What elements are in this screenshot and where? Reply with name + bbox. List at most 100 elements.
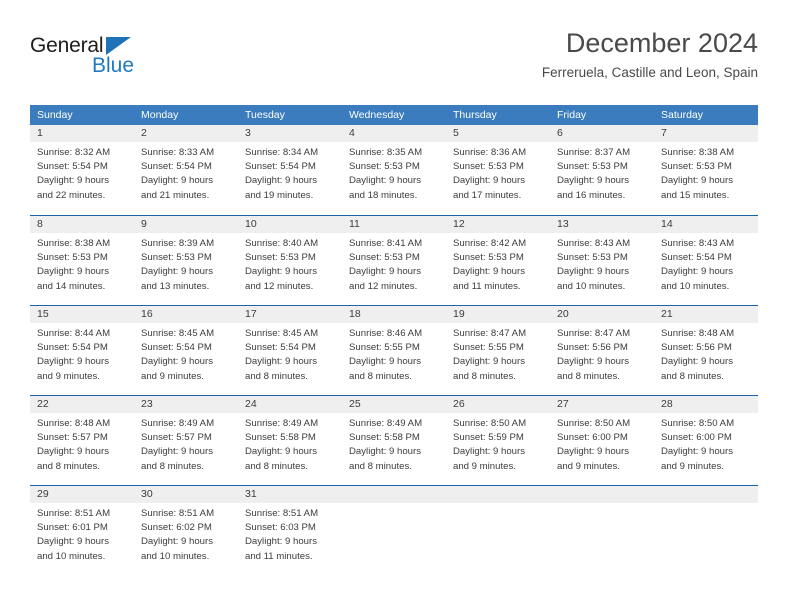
- day-details: [550, 503, 654, 507]
- day-number: 17: [238, 306, 342, 323]
- calendar-day-cell-empty: [550, 486, 654, 575]
- day-number: 14: [654, 216, 758, 233]
- daylight-text-line2: and 9 minutes.: [661, 460, 724, 472]
- sunset-text: Sunset: 6:03 PM: [245, 522, 316, 534]
- day-details: Sunrise: 8:43 AM Sunset: 5:53 PM Daylight:…: [550, 233, 654, 294]
- daylight-text-line2: and 8 minutes.: [557, 370, 620, 382]
- calendar-day-cell[interactable]: 26 Sunrise: 8:50 AM Sunset: 5:59 PM Dayligh…: [446, 396, 550, 485]
- sunset-text: Sunset: 5:56 PM: [557, 342, 628, 354]
- calendar-day-cell[interactable]: 12 Sunrise: 8:42 AM Sunset: 5:53 PM Dayligh…: [446, 216, 550, 305]
- day-number: [654, 486, 758, 503]
- day-number: 15: [30, 306, 134, 323]
- day-number: 6: [550, 125, 654, 142]
- sunset-text: Sunset: 5:56 PM: [661, 342, 732, 354]
- daylight-text-line1: Daylight: 9 hours: [349, 356, 421, 368]
- daylight-text-line1: Daylight: 9 hours: [37, 446, 109, 458]
- sunrise-text: Sunrise: 8:50 AM: [661, 418, 735, 429]
- calendar-day-cell[interactable]: 7 Sunrise: 8:38 AM Sunset: 5:53 PM Daylight…: [654, 125, 758, 215]
- calendar-day-cell[interactable]: 15 Sunrise: 8:44 AM Sunset: 5:54 PM Dayligh…: [30, 306, 134, 395]
- day-details: Sunrise: 8:49 AM Sunset: 5:58 PM Daylight:…: [238, 413, 342, 474]
- calendar-day-cell[interactable]: 18 Sunrise: 8:46 AM Sunset: 5:55 PM Dayligh…: [342, 306, 446, 395]
- daylight-text-line1: Daylight: 9 hours: [37, 536, 109, 548]
- daylight-text-line2: and 8 minutes.: [37, 460, 100, 472]
- day-details: Sunrise: 8:51 AM Sunset: 6:02 PM Daylight:…: [134, 503, 238, 564]
- calendar-day-cell[interactable]: 28 Sunrise: 8:50 AM Sunset: 6:00 PM Dayligh…: [654, 396, 758, 485]
- calendar-day-cell[interactable]: 14 Sunrise: 8:43 AM Sunset: 5:54 PM Dayligh…: [654, 216, 758, 305]
- calendar-day-cell[interactable]: 24 Sunrise: 8:49 AM Sunset: 5:58 PM Dayligh…: [238, 396, 342, 485]
- sunset-text: Sunset: 5:53 PM: [661, 161, 732, 173]
- sunrise-text: Sunrise: 8:50 AM: [453, 418, 527, 429]
- daylight-text-line2: and 9 minutes.: [453, 460, 516, 472]
- sunset-text: Sunset: 6:02 PM: [141, 522, 212, 534]
- sunset-text: Sunset: 5:54 PM: [141, 161, 212, 173]
- calendar-day-cell[interactable]: 23 Sunrise: 8:49 AM Sunset: 5:57 PM Dayligh…: [134, 396, 238, 485]
- calendar-day-cell[interactable]: 6 Sunrise: 8:37 AM Sunset: 5:53 PM Daylight…: [550, 125, 654, 215]
- calendar-week-row: 15 Sunrise: 8:44 AM Sunset: 5:54 PM Dayligh…: [30, 305, 758, 395]
- calendar-day-cell[interactable]: 11 Sunrise: 8:41 AM Sunset: 5:53 PM Dayligh…: [342, 216, 446, 305]
- day-details: Sunrise: 8:43 AM Sunset: 5:54 PM Daylight:…: [654, 233, 758, 294]
- calendar-day-cell[interactable]: 16 Sunrise: 8:45 AM Sunset: 5:54 PM Dayligh…: [134, 306, 238, 395]
- calendar-week-row: 8 Sunrise: 8:38 AM Sunset: 5:53 PM Daylight…: [30, 215, 758, 305]
- day-number: 9: [134, 216, 238, 233]
- daylight-text-line1: Daylight: 9 hours: [245, 356, 317, 368]
- calendar-day-cell[interactable]: 1 Sunrise: 8:32 AM Sunset: 5:54 PM Daylight…: [30, 125, 134, 215]
- calendar-day-cell[interactable]: 10 Sunrise: 8:40 AM Sunset: 5:53 PM Dayligh…: [238, 216, 342, 305]
- day-number: 29: [30, 486, 134, 503]
- sunset-text: Sunset: 6:01 PM: [37, 522, 108, 534]
- daylight-text-line2: and 9 minutes.: [141, 370, 204, 382]
- calendar-grid: Sunday Monday Tuesday Wednesday Thursday…: [30, 105, 758, 575]
- calendar-day-cell[interactable]: 25 Sunrise: 8:49 AM Sunset: 5:58 PM Dayligh…: [342, 396, 446, 485]
- day-details: Sunrise: 8:48 AM Sunset: 5:57 PM Daylight:…: [30, 413, 134, 474]
- day-number: 26: [446, 396, 550, 413]
- calendar-day-cell[interactable]: 5 Sunrise: 8:36 AM Sunset: 5:53 PM Daylight…: [446, 125, 550, 215]
- calendar-day-cell[interactable]: 29 Sunrise: 8:51 AM Sunset: 6:01 PM Dayligh…: [30, 486, 134, 575]
- day-details: Sunrise: 8:44 AM Sunset: 5:54 PM Daylight:…: [30, 323, 134, 384]
- daylight-text-line2: and 8 minutes.: [661, 370, 724, 382]
- sunrise-text: Sunrise: 8:43 AM: [557, 238, 631, 249]
- daylight-text-line1: Daylight: 9 hours: [453, 266, 525, 278]
- calendar-day-cell[interactable]: 3 Sunrise: 8:34 AM Sunset: 5:54 PM Daylight…: [238, 125, 342, 215]
- calendar-day-cell[interactable]: 17 Sunrise: 8:45 AM Sunset: 5:54 PM Dayligh…: [238, 306, 342, 395]
- logo-triangle-icon: [106, 37, 131, 55]
- sunset-text: Sunset: 5:54 PM: [661, 252, 732, 264]
- calendar-week-row: 29 Sunrise: 8:51 AM Sunset: 6:01 PM Dayligh…: [30, 485, 758, 575]
- day-details: Sunrise: 8:50 AM Sunset: 6:00 PM Daylight:…: [550, 413, 654, 474]
- sunset-text: Sunset: 5:53 PM: [37, 252, 108, 264]
- calendar-day-cell[interactable]: 21 Sunrise: 8:48 AM Sunset: 5:56 PM Dayligh…: [654, 306, 758, 395]
- calendar-day-cell[interactable]: 2 Sunrise: 8:33 AM Sunset: 5:54 PM Daylight…: [134, 125, 238, 215]
- weekday-header-monday: Monday: [141, 109, 179, 121]
- sunrise-text: Sunrise: 8:47 AM: [453, 328, 527, 339]
- daylight-text-line2: and 11 minutes.: [453, 280, 521, 292]
- daylight-text-line2: and 21 minutes.: [141, 189, 210, 201]
- calendar-day-cell[interactable]: 19 Sunrise: 8:47 AM Sunset: 5:55 PM Dayligh…: [446, 306, 550, 395]
- sunrise-text: Sunrise: 8:40 AM: [245, 238, 319, 249]
- calendar-day-cell[interactable]: 30 Sunrise: 8:51 AM Sunset: 6:02 PM Dayligh…: [134, 486, 238, 575]
- calendar-day-cell[interactable]: 31 Sunrise: 8:51 AM Sunset: 6:03 PM Dayligh…: [238, 486, 342, 575]
- day-details: [342, 503, 446, 507]
- sunset-text: Sunset: 5:55 PM: [349, 342, 420, 354]
- day-details: Sunrise: 8:36 AM Sunset: 5:53 PM Daylight:…: [446, 142, 550, 203]
- daylight-text-line1: Daylight: 9 hours: [141, 356, 213, 368]
- sunrise-text: Sunrise: 8:48 AM: [661, 328, 735, 339]
- day-number: [446, 486, 550, 503]
- calendar-day-cell[interactable]: 22 Sunrise: 8:48 AM Sunset: 5:57 PM Dayligh…: [30, 396, 134, 485]
- daylight-text-line2: and 17 minutes.: [453, 189, 522, 201]
- day-details: Sunrise: 8:38 AM Sunset: 5:53 PM Daylight:…: [30, 233, 134, 294]
- sunrise-text: Sunrise: 8:49 AM: [245, 418, 319, 429]
- daylight-text-line1: Daylight: 9 hours: [661, 266, 733, 278]
- sunrise-text: Sunrise: 8:39 AM: [141, 238, 215, 249]
- calendar-week-row: 22 Sunrise: 8:48 AM Sunset: 5:57 PM Dayligh…: [30, 395, 758, 485]
- weekday-header-saturday: Saturday: [661, 109, 704, 121]
- calendar-day-cell[interactable]: 13 Sunrise: 8:43 AM Sunset: 5:53 PM Dayligh…: [550, 216, 654, 305]
- calendar-day-cell-empty: [654, 486, 758, 575]
- calendar-day-cell[interactable]: 27 Sunrise: 8:50 AM Sunset: 6:00 PM Dayligh…: [550, 396, 654, 485]
- day-details: Sunrise: 8:51 AM Sunset: 6:03 PM Daylight:…: [238, 503, 342, 564]
- sunrise-text: Sunrise: 8:50 AM: [557, 418, 631, 429]
- sunset-text: Sunset: 5:54 PM: [245, 342, 316, 354]
- calendar-day-cell[interactable]: 20 Sunrise: 8:47 AM Sunset: 5:56 PM Dayligh…: [550, 306, 654, 395]
- sunset-text: Sunset: 5:58 PM: [349, 432, 420, 444]
- calendar-day-cell[interactable]: 4 Sunrise: 8:35 AM Sunset: 5:53 PM Daylight…: [342, 125, 446, 215]
- calendar-day-cell[interactable]: 9 Sunrise: 8:39 AM Sunset: 5:53 PM Daylight…: [134, 216, 238, 305]
- day-number: 1: [30, 125, 134, 142]
- calendar-day-cell[interactable]: 8 Sunrise: 8:38 AM Sunset: 5:53 PM Daylight…: [30, 216, 134, 305]
